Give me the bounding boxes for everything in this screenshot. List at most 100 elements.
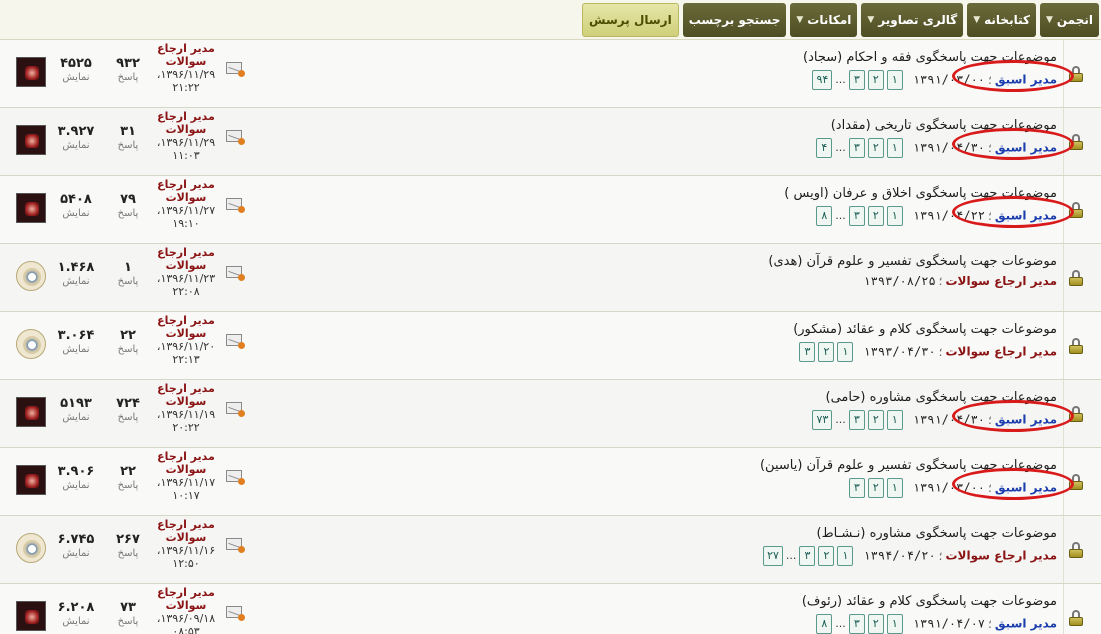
last-poster-link[interactable]: مدیر ارجاع سوالات	[150, 178, 222, 204]
nav-button-2[interactable]: گالری تصاویر ▼	[861, 2, 964, 37]
thread-meta: مدیر اسبق؛۱۳۹۱/۰۴/۰۷ ۱ ۲ ۳... ۸	[816, 614, 1057, 634]
page-link[interactable]: ۸	[816, 206, 833, 226]
page-link[interactable]: ۲	[818, 342, 835, 362]
page-link[interactable]: ۸	[816, 614, 833, 634]
last-poster-link[interactable]: مدیر ارجاع سوالات	[150, 110, 222, 136]
envelope-icon[interactable]	[226, 538, 245, 553]
thread-title-link[interactable]: موضوعات جهت پاسخگوی تفسیر و علوم قرآن (ه…	[768, 254, 1057, 269]
page-link[interactable]: ۲	[867, 70, 884, 90]
avatar[interactable]	[16, 533, 46, 563]
avatar[interactable]	[16, 601, 46, 631]
thread-title-link[interactable]: موضوعات جهت پاسخگوی کلام و عقائد (مشکور)	[793, 322, 1057, 337]
thread-meta: مدیر ارجاع سوالات؛۱۳۹۴/۰۴/۲۰ ۱ ۲ ۳... ۲۷	[763, 546, 1057, 566]
reply-label: پاسخ	[117, 480, 139, 491]
envelope-icon[interactable]	[226, 266, 245, 281]
page-link[interactable]: ۷۳	[812, 410, 833, 430]
thread-title-link[interactable]: موضوعات جهت پاسخگوی تفسیر و علوم قرآن (ی…	[760, 458, 1057, 473]
nav-button-4[interactable]: جستجو برچسب	[682, 2, 787, 37]
page-link[interactable]: ۱	[837, 342, 854, 362]
thread-author-link[interactable]: مدیر اسبق	[995, 73, 1057, 87]
thread-row: موضوعات جهت پاسخگوی مشاوره (حامی) مدیر اس…	[0, 380, 1101, 448]
envelope-icon[interactable]	[226, 334, 245, 349]
thread-author-link[interactable]: مدیر اسبق	[995, 617, 1057, 631]
thread-author-link[interactable]: مدیر اسبق	[995, 141, 1057, 155]
page-link[interactable]: ۲	[867, 614, 884, 634]
envelope-icon[interactable]	[226, 130, 245, 145]
page-link[interactable]: ۳	[799, 342, 816, 362]
last-poster-link[interactable]: مدیر ارجاع سوالات	[150, 382, 222, 408]
thread-meta: مدیر اسبق؛۱۳۹۱/۰۴/۲۲ ۱ ۲ ۳... ۸	[816, 206, 1057, 226]
thread-author-link[interactable]: مدیر ارجاع سوالات	[946, 345, 1058, 359]
reply-count: ۷۲۴	[116, 396, 140, 411]
thread-title-link[interactable]: موضوعات جهت پاسخگوی اخلاق و عرفان (اویس …	[784, 186, 1057, 201]
nav-button-3[interactable]: امکانات ▼	[790, 2, 858, 37]
page-link[interactable]: ۱	[886, 410, 903, 430]
last-poster-link[interactable]: مدیر ارجاع سوالات	[150, 518, 222, 544]
new-post-dot	[238, 478, 245, 485]
page-link[interactable]: ۱	[837, 546, 854, 566]
thread-date: ۱۳۹۳/۰۴/۳۰	[863, 344, 936, 359]
meta-separator: ؛	[988, 412, 992, 427]
thread-title-link[interactable]: موضوعات جهت پاسخگوی کلام و عقائد (رئوف)	[802, 594, 1057, 609]
page-link[interactable]: ۲	[867, 410, 884, 430]
last-poster-link[interactable]: مدیر ارجاع سوالات	[150, 450, 222, 476]
page-link[interactable]: ۳	[848, 138, 865, 158]
meta-separator: ؛	[988, 140, 992, 155]
envelope-icon[interactable]	[226, 198, 245, 213]
last-poster-link[interactable]: مدیر ارجاع سوالات	[150, 42, 222, 68]
page-link[interactable]: ۱	[886, 70, 903, 90]
avatar[interactable]	[16, 329, 46, 359]
last-poster-link[interactable]: مدیر ارجاع سوالات	[150, 314, 222, 340]
nav-button-5[interactable]: ارسال پرسش	[582, 2, 679, 37]
reply-label: پاسخ	[117, 140, 139, 151]
avatar[interactable]	[16, 193, 46, 223]
thread-title-link[interactable]: موضوعات جهت پاسخگوی مشاوره (نـشـاط)	[817, 526, 1058, 541]
page-link[interactable]: ۲	[867, 206, 884, 226]
page-link[interactable]: ۲	[867, 478, 884, 498]
page-link[interactable]: ۲	[818, 546, 835, 566]
envelope-icon[interactable]	[226, 402, 245, 417]
reply-label: پاسخ	[117, 548, 139, 559]
envelope-icon[interactable]	[226, 606, 245, 621]
envelope-icon[interactable]	[226, 62, 245, 77]
thread-author-link[interactable]: مدیر اسبق	[995, 481, 1057, 495]
thread-author-link[interactable]: مدیر اسبق	[995, 209, 1057, 223]
thread-author-link[interactable]: مدیر ارجاع سوالات	[946, 274, 1058, 288]
avatar[interactable]	[16, 57, 46, 87]
envelope-icon[interactable]	[226, 470, 245, 485]
page-ellipsis: ...	[835, 209, 846, 222]
page-link[interactable]: ۳	[848, 70, 865, 90]
avatar[interactable]	[16, 465, 46, 495]
last-poster-link[interactable]: مدیر ارجاع سوالات	[150, 246, 222, 272]
thread-title-link[interactable]: موضوعات جهت پاسخگوی تاریخی (مقداد)	[831, 118, 1057, 133]
page-link[interactable]: ۲	[867, 138, 884, 158]
last-post-date: ۱۳۹۶/۱۱/۱۶، ۱۲:۵۰	[156, 544, 216, 570]
page-link[interactable]: ۲۷	[763, 546, 783, 566]
nav-button-1[interactable]: کتابخانه ▼	[967, 2, 1036, 37]
top-navigation: انجمن ▼ کتابخانه ▼ گالری تصاویر ▼ امکانات ▼ جستج…	[0, 0, 1101, 40]
page-link[interactable]: ۳	[799, 546, 816, 566]
thread-author-link[interactable]: مدیر اسبق	[995, 413, 1057, 427]
last-poster-link[interactable]: مدیر ارجاع سوالات	[150, 586, 222, 612]
page-link[interactable]: ۳	[848, 614, 865, 634]
page-link[interactable]: ۳	[848, 410, 865, 430]
page-link[interactable]: ۱	[886, 478, 903, 498]
avatar[interactable]	[16, 397, 46, 427]
page-link[interactable]: ۳	[848, 206, 865, 226]
avatar[interactable]	[16, 261, 46, 291]
avatar[interactable]	[16, 125, 46, 155]
page-link[interactable]: ۱	[886, 614, 903, 634]
thread-row: موضوعات جهت پاسخگوی فقه و احکام (سجاد) مد…	[0, 40, 1101, 108]
page-link[interactable]: ۴	[816, 138, 833, 158]
nav-button-0[interactable]: انجمن ▼	[1039, 2, 1099, 37]
thread-meta: مدیر اسبق؛۱۳۹۱/۰۴/۳۰ ۱ ۲ ۳... ۷۳	[812, 410, 1057, 430]
view-label: نمایش	[62, 412, 90, 423]
page-link[interactable]: ۱	[886, 138, 903, 158]
thread-date: ۱۳۹۳/۰۸/۲۵	[863, 274, 936, 288]
thread-author-link[interactable]: مدیر ارجاع سوالات	[946, 549, 1058, 563]
page-link[interactable]: ۱	[886, 206, 903, 226]
thread-title-link[interactable]: موضوعات جهت پاسخگوی فقه و احکام (سجاد)	[803, 50, 1057, 65]
page-link[interactable]: ۳	[848, 478, 865, 498]
thread-title-link[interactable]: موضوعات جهت پاسخگوی مشاوره (حامی)	[826, 390, 1057, 405]
page-link[interactable]: ۹۴	[812, 70, 833, 90]
